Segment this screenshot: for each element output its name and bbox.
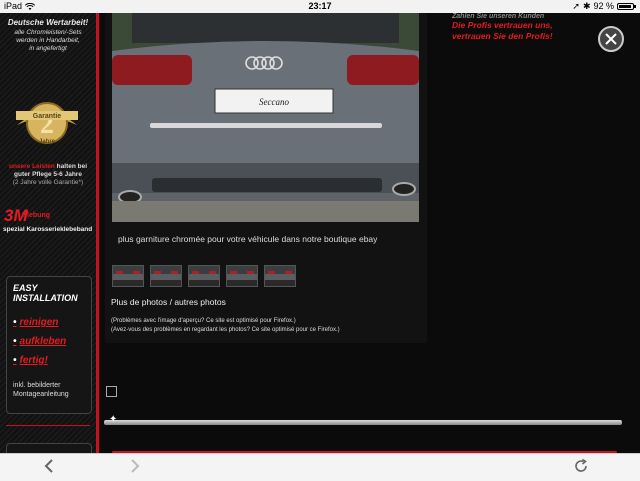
status-time: 23:17 bbox=[308, 1, 332, 11]
location-icon: ➚ bbox=[572, 1, 580, 11]
red-heading-line: vertrauen Sie den Profis! bbox=[452, 31, 553, 41]
license-plate-text: Seccano bbox=[259, 97, 289, 107]
badge-years: Jahre bbox=[39, 139, 56, 145]
guarantee-line: guter Pflege 5-6 Jahre bbox=[14, 171, 82, 178]
reload-icon bbox=[575, 458, 587, 472]
install-heading: EASY INSTALLATION bbox=[13, 283, 78, 303]
browser-toolbar bbox=[0, 453, 640, 481]
guarantee-line: unsere Leisten halten bei bbox=[0, 163, 96, 171]
thumbnail[interactable] bbox=[264, 265, 296, 287]
guarantee-line: (2 Jahre volle Garantie*) bbox=[12, 179, 84, 186]
sidebar-subtitle-line: werden in Handarbeit, bbox=[16, 37, 80, 44]
guarantee-line-text: halten bei bbox=[56, 163, 88, 170]
install-step-label: aufkleben bbox=[19, 336, 67, 347]
easy-installation-box: EASY INSTALLATION • reinigen • aufkleben •… bbox=[6, 276, 92, 414]
klebeband-label: spezial Karosserieklebeband bbox=[3, 226, 93, 233]
forward-button[interactable] bbox=[130, 459, 140, 476]
sidebar-subtitle-line: alle Chromleisten/-Sets bbox=[14, 29, 82, 36]
thumbnail[interactable] bbox=[226, 265, 258, 287]
back-button[interactable] bbox=[44, 459, 54, 476]
close-button[interactable] bbox=[598, 26, 624, 52]
sidebar-subtitle-line: in angefertigt bbox=[29, 45, 67, 52]
bluetooth-icon: ✱ bbox=[582, 1, 591, 11]
status-bar: iPad 23:17 ➚ ✱ 92 % bbox=[0, 0, 640, 13]
install-note-line: inkl. bebilderter bbox=[13, 382, 61, 389]
red-heading-line: Die Profis vertrauen uns, bbox=[452, 20, 553, 30]
status-right: ➚ ✱ 92 % bbox=[572, 0, 636, 13]
problem-note-preview: (Problèmes avec l'image d'aperçu? Ce sit… bbox=[111, 318, 296, 324]
battery-icon bbox=[617, 3, 636, 10]
install-heading-line: EASY bbox=[13, 283, 38, 293]
thumbnail[interactable] bbox=[188, 265, 220, 287]
product-photo[interactable]: Seccano bbox=[112, 13, 419, 222]
guarantee-badge-icon: 2 Garantie Jahre bbox=[16, 102, 78, 145]
slider-track[interactable] bbox=[104, 420, 622, 425]
thumbnail[interactable] bbox=[150, 265, 182, 287]
install-heading-line: INSTALLATION bbox=[13, 293, 78, 303]
photo-caption: plus garniture chromée pour votre véhicu… bbox=[118, 234, 378, 244]
problem-note-photos: (Avez-vous des problèmes en regardant le… bbox=[111, 327, 340, 333]
install-step-reinigen[interactable]: • reinigen bbox=[13, 317, 58, 328]
red-heading-top: Zahlen Sie unseren Kunden bbox=[452, 13, 545, 20]
install-step-aufkleben[interactable]: • aufkleben bbox=[13, 336, 66, 347]
guarantee-text: unsere Leisten halten bei guter Pflege 5… bbox=[0, 163, 96, 187]
car-rear-image: Seccano bbox=[112, 13, 419, 222]
install-note-line: Montageanleitung bbox=[13, 391, 69, 398]
close-icon bbox=[605, 33, 617, 45]
install-note: inkl. bebilderter Montageanleitung bbox=[13, 381, 69, 399]
forward-arrow-icon bbox=[131, 459, 140, 473]
sidebar-divider bbox=[6, 425, 90, 426]
guarantee-red-label: unsere Leisten bbox=[8, 163, 55, 170]
install-step-label: fertig! bbox=[19, 355, 48, 366]
sidebar-subtitle: alle Chromleisten/-Sets werden in Handar… bbox=[0, 29, 96, 53]
sidebar-title: Deutsche Wertarbeit! bbox=[7, 18, 89, 27]
badge-label: Garantie bbox=[33, 113, 62, 120]
sparkle-icon: ✦ bbox=[109, 414, 118, 425]
battery-percent: 92 % bbox=[593, 1, 614, 11]
back-arrow-icon bbox=[44, 459, 53, 473]
logo-3m-label: Klebung bbox=[22, 212, 50, 219]
thumbnail-strip bbox=[112, 265, 296, 287]
reload-button[interactable] bbox=[574, 458, 588, 476]
install-step-fertig[interactable]: • fertig! bbox=[13, 355, 48, 366]
checkbox[interactable] bbox=[106, 386, 117, 397]
more-photos-link[interactable]: Plus de photos / autres photos bbox=[111, 297, 226, 307]
thumbnail[interactable] bbox=[112, 265, 144, 287]
install-step-label: reinigen bbox=[19, 317, 59, 328]
red-heading: Die Profis vertrauen uns, vertrauen Sie … bbox=[452, 20, 553, 42]
